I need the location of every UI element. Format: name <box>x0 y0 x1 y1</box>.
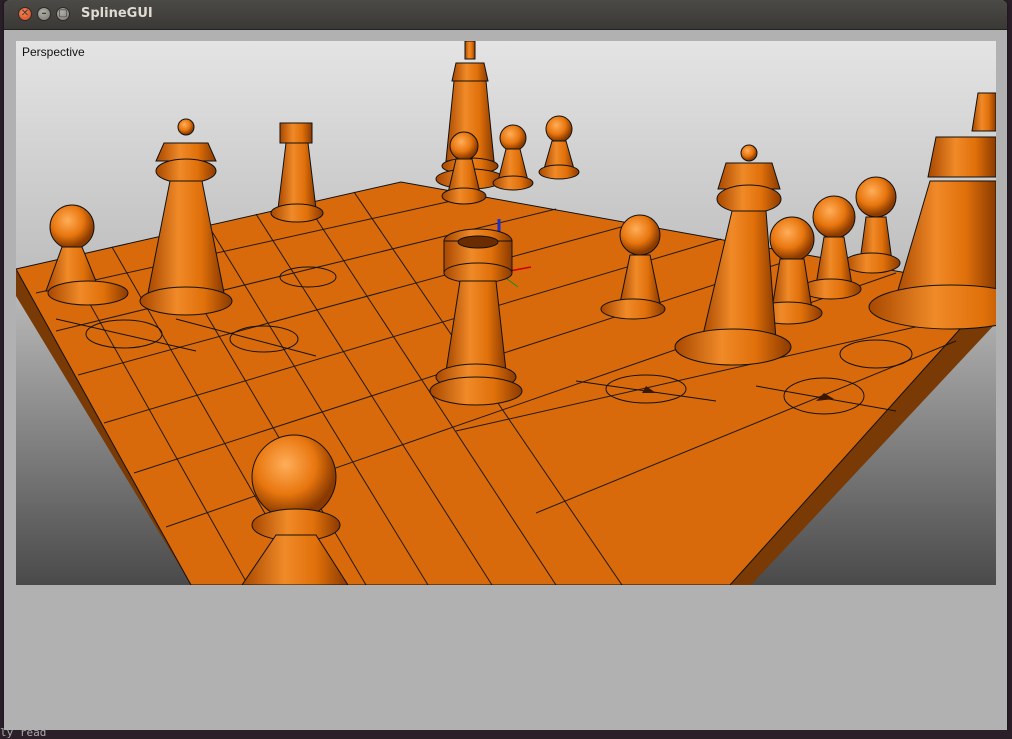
minimize-button[interactable]: – <box>37 7 51 21</box>
terminal-text: ly read <box>0 726 47 739</box>
chess-scene <box>16 41 996 585</box>
maximize-button[interactable]: ▢ <box>56 7 70 21</box>
perspective-viewport[interactable]: Perspective <box>16 41 996 585</box>
app-window: ✕ – ▢ SplineGUI Perspective <box>4 0 1007 730</box>
background-terminal <box>0 730 1012 735</box>
close-button[interactable]: ✕ <box>18 7 32 21</box>
title-bar[interactable]: ✕ – ▢ SplineGUI <box>4 0 1007 30</box>
viewport-label: Perspective <box>22 45 85 59</box>
window-title: SplineGUI <box>81 6 153 21</box>
